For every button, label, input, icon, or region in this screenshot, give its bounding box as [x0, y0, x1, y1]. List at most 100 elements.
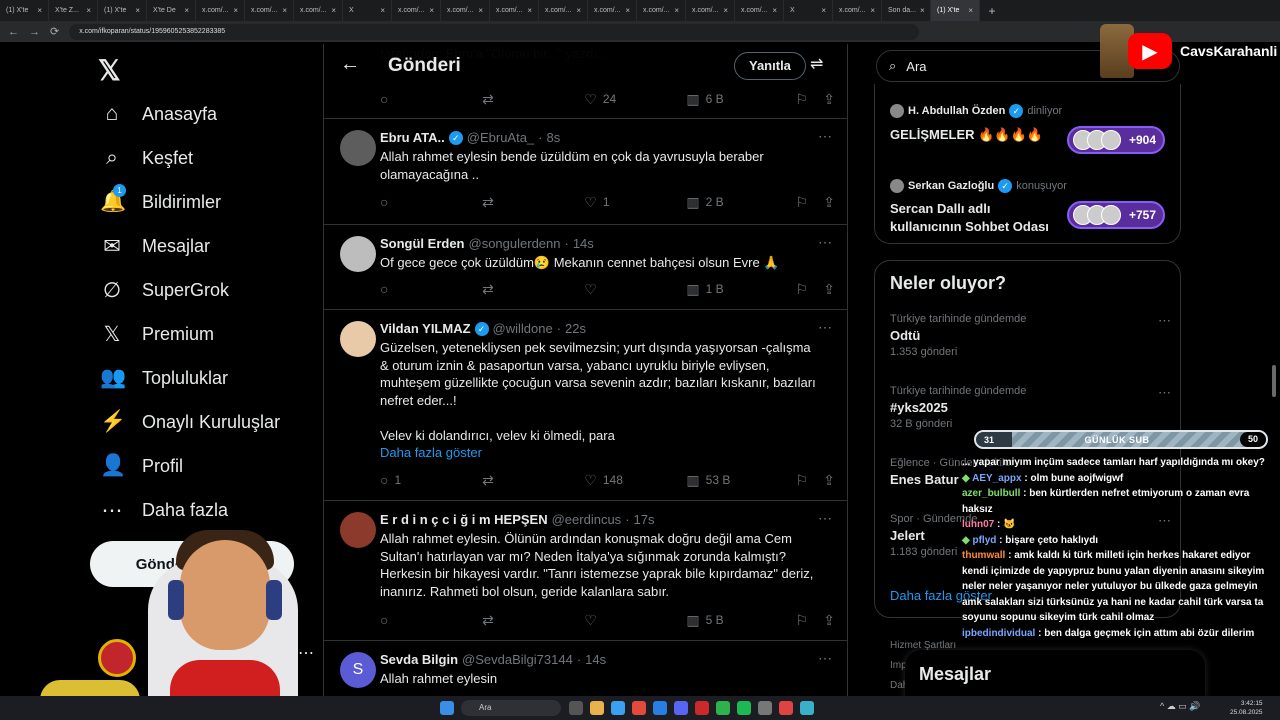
share-action[interactable]: ⇪: [823, 472, 835, 489]
system-tray-icons[interactable]: ^ ☁ ▭ 🔊: [1160, 701, 1200, 712]
bookmark-action[interactable]: ⚐: [796, 612, 824, 629]
sidebar-item-onaylı-kuruluşlar[interactable]: ⚡ Onaylı Kuruluşlar: [100, 410, 280, 434]
browser-tab[interactable]: X'te De ×: [147, 0, 196, 21]
browser-tab[interactable]: (1) X'te ×: [931, 0, 980, 21]
trend-item[interactable]: Türkiye tarihinde gündemde Odtü 1.353 gönd…: [890, 313, 1171, 358]
author-name[interactable]: Songül Erden: [380, 236, 465, 251]
close-tab-icon[interactable]: ×: [772, 6, 777, 15]
reply-action[interactable]: ○: [380, 194, 482, 210]
app-icon[interactable]: [758, 701, 772, 715]
close-tab-icon[interactable]: ×: [86, 6, 91, 15]
browser-tab[interactable]: x.com/... ×: [196, 0, 245, 21]
avatar[interactable]: S: [340, 652, 376, 688]
reply-action[interactable]: ○: [380, 91, 482, 107]
bookmark-action[interactable]: ⚐: [796, 91, 824, 108]
retweet-action[interactable]: ⇄: [482, 281, 584, 298]
space-listeners[interactable]: +757: [1067, 201, 1165, 229]
sidebar-item-supergrok[interactable]: ∅ SuperGrok: [100, 278, 229, 303]
windows-start-icon[interactable]: [440, 701, 454, 715]
views-action[interactable]: ▥ 1 B: [686, 281, 795, 298]
close-tab-icon[interactable]: ×: [331, 6, 336, 15]
reply-action[interactable]: ○: [380, 612, 482, 628]
author-name[interactable]: Vildan YILMAZ: [380, 321, 471, 336]
author-handle[interactable]: @EbruAta_: [467, 130, 534, 145]
author-handle[interactable]: @SevdaBilgi73144: [462, 652, 573, 667]
browser-tab[interactable]: X'te Z... ×: [49, 0, 98, 21]
sidebar-item-keşfet[interactable]: ⌕ Keşfet: [100, 146, 193, 170]
sidebar-item-profil[interactable]: 👤 Profil: [100, 454, 183, 478]
close-tab-icon[interactable]: ×: [723, 6, 728, 15]
close-tab-icon[interactable]: ×: [37, 6, 42, 15]
like-action[interactable]: ♡ 148: [584, 472, 686, 489]
browser-tab[interactable]: Son da... ×: [882, 0, 931, 21]
reply-action[interactable]: ○ 1: [380, 472, 482, 488]
avatar[interactable]: [340, 321, 376, 357]
sidebar-item-bildirimler[interactable]: 🔔 1 Bildirimler: [100, 184, 221, 214]
reply-action[interactable]: ○: [380, 281, 482, 297]
author-handle[interactable]: @willdone: [493, 321, 553, 336]
browser-tab[interactable]: x.com/... ×: [245, 0, 294, 21]
bookmark-action[interactable]: ⚐: [796, 194, 824, 211]
sidebar-item-mesajlar[interactable]: ✉ Mesajlar: [100, 234, 210, 259]
avatar[interactable]: [340, 512, 376, 548]
browser-tab[interactable]: (1) X'te ×: [0, 0, 49, 21]
views-action[interactable]: ▥ 2 B: [686, 194, 795, 211]
reload-icon[interactable]: ⟳: [50, 25, 59, 38]
close-tab-icon[interactable]: ×: [233, 6, 238, 15]
back-nav-icon[interactable]: ←: [8, 26, 19, 38]
more-options-icon[interactable]: ⋯: [818, 510, 832, 527]
x-logo-icon[interactable]: 𝕏: [98, 54, 121, 87]
app-icon[interactable]: [653, 701, 667, 715]
new-tab-button[interactable]: +: [980, 4, 1004, 18]
share-action[interactable]: ⇪: [823, 612, 835, 629]
close-tab-icon[interactable]: ×: [821, 6, 826, 15]
filter-icon[interactable]: ⇌: [810, 54, 823, 74]
more-options-icon[interactable]: ⋯: [1158, 385, 1171, 401]
author-name[interactable]: Sevda Bilgin: [380, 652, 458, 667]
browser-tab[interactable]: x.com/... ×: [637, 0, 686, 21]
spotify-icon[interactable]: [737, 701, 751, 715]
retweet-action[interactable]: ⇄: [482, 91, 584, 108]
close-tab-icon[interactable]: ×: [184, 6, 189, 15]
tweet-time[interactable]: 14s: [573, 236, 594, 251]
app-icon[interactable]: [800, 701, 814, 715]
like-action[interactable]: ♡: [584, 612, 686, 629]
url-field[interactable]: x.com/ifkoparan/status/19596052538522833…: [69, 23, 920, 40]
tweet-time[interactable]: 14s: [585, 652, 606, 667]
browser-tab[interactable]: X ×: [343, 0, 392, 21]
trend-item[interactable]: Türkiye tarihinde gündemde #yks2025 32 B g…: [890, 385, 1171, 430]
browser-tab[interactable]: x.com/... ×: [686, 0, 735, 21]
tweet-time[interactable]: 17s: [634, 512, 655, 527]
app-icon[interactable]: [716, 701, 730, 715]
close-tab-icon[interactable]: ×: [429, 6, 434, 15]
avatar[interactable]: [340, 130, 376, 166]
bookmark-action[interactable]: ⚐: [796, 472, 824, 489]
more-options-icon[interactable]: ⋯: [818, 319, 832, 336]
show-more-link[interactable]: Daha fazla göster: [380, 444, 835, 462]
views-action[interactable]: ▥ 5 B: [686, 612, 795, 629]
back-arrow-icon[interactable]: ←: [340, 53, 360, 76]
space-title[interactable]: GELİŞMELER 🔥🔥🔥🔥: [890, 126, 1043, 144]
bookmark-action[interactable]: ⚐: [796, 281, 824, 298]
share-action[interactable]: ⇪: [823, 91, 835, 108]
browser-tab[interactable]: x.com/... ×: [588, 0, 637, 21]
close-tab-icon[interactable]: ×: [135, 6, 140, 15]
author-handle[interactable]: @eerdincus: [552, 512, 622, 527]
views-action[interactable]: ▥ 53 B: [686, 472, 795, 489]
more-options-icon[interactable]: ⋯: [818, 650, 832, 667]
avatar[interactable]: [340, 236, 376, 272]
browser-tab[interactable]: x.com/... ×: [441, 0, 490, 21]
like-action[interactable]: ♡: [584, 281, 686, 298]
close-tab-icon[interactable]: ×: [380, 6, 385, 15]
author-name[interactable]: E r d i n ç c i ğ i m HEPŞEN: [380, 512, 548, 527]
sidebar-item-premium[interactable]: 𝕏 Premium: [100, 322, 214, 347]
more-options-icon[interactable]: ⋯: [1158, 313, 1171, 329]
browser-tab[interactable]: x.com/... ×: [294, 0, 343, 21]
close-tab-icon[interactable]: ×: [870, 6, 875, 15]
space-title[interactable]: Sercan Dallı adlı kullanıcının Sohbet Od…: [890, 200, 1049, 236]
browser-tab[interactable]: x.com/... ×: [392, 0, 441, 21]
browser-tab[interactable]: (1) X'te ×: [98, 0, 147, 21]
close-tab-icon[interactable]: ×: [968, 6, 973, 15]
browser-tab[interactable]: x.com/... ×: [735, 0, 784, 21]
retweet-action[interactable]: ⇄: [482, 194, 584, 211]
